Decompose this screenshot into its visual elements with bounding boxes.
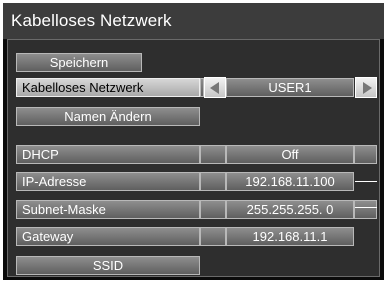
- ip-address-value-text: 192.168.11.100: [245, 174, 335, 189]
- dhcp-value-text: Off: [281, 147, 299, 162]
- ip-address-value[interactable]: 192.168.11.100: [226, 172, 354, 191]
- gateway-connector: [355, 207, 377, 208]
- gateway-value-text: 192.168.11.1: [252, 229, 328, 244]
- dhcp-label-text: DHCP: [22, 147, 59, 162]
- triangle-right-icon: [363, 82, 372, 94]
- dhcp-end: [354, 145, 377, 164]
- save-button-label: Speichern: [49, 55, 109, 70]
- network-value[interactable]: USER1: [226, 78, 354, 97]
- subnet-mask-end: [354, 200, 377, 219]
- network-label-text: Kabelloses Netzwerk: [22, 80, 144, 95]
- dhcp-label[interactable]: DHCP: [16, 145, 200, 164]
- dhcp-value[interactable]: Off: [226, 145, 354, 164]
- dhcp-separator: [200, 145, 226, 164]
- previous-button[interactable]: [204, 77, 226, 98]
- triangle-left-icon: [210, 82, 219, 94]
- subnet-mask-label[interactable]: Subnet-Maske: [16, 200, 200, 219]
- ip-address-separator: [200, 172, 226, 191]
- gateway-label[interactable]: Gateway: [16, 227, 200, 246]
- rename-button[interactable]: Namen Ändern: [16, 107, 200, 126]
- subnet-mask-value-text: 255.255.255. 0: [246, 202, 334, 217]
- title-bar: Kabelloses Netzwerk: [3, 3, 384, 39]
- network-label[interactable]: Kabelloses Netzwerk: [16, 78, 200, 97]
- subnet-mask-label-text: Subnet-Maske: [22, 202, 106, 217]
- next-button[interactable]: [355, 77, 377, 98]
- ssid-button[interactable]: SSID: [16, 256, 200, 275]
- window-title: Kabelloses Netzwerk: [11, 11, 172, 30]
- subnet-mask-separator: [200, 200, 226, 219]
- save-button[interactable]: Speichern: [16, 53, 142, 72]
- gateway-value[interactable]: 192.168.11.1: [226, 227, 354, 246]
- network-value-text: USER1: [268, 80, 312, 95]
- ip-address-label-text: IP-Adresse: [22, 174, 87, 189]
- ip-address-label[interactable]: IP-Adresse: [16, 172, 200, 191]
- gateway-separator: [200, 227, 226, 246]
- ip-address-connector: [355, 181, 377, 182]
- gateway-label-text: Gateway: [22, 229, 74, 244]
- ssid-button-label: SSID: [92, 258, 124, 273]
- rename-button-label: Namen Ändern: [64, 109, 152, 124]
- subnet-mask-value[interactable]: 255.255.255. 0: [226, 200, 354, 219]
